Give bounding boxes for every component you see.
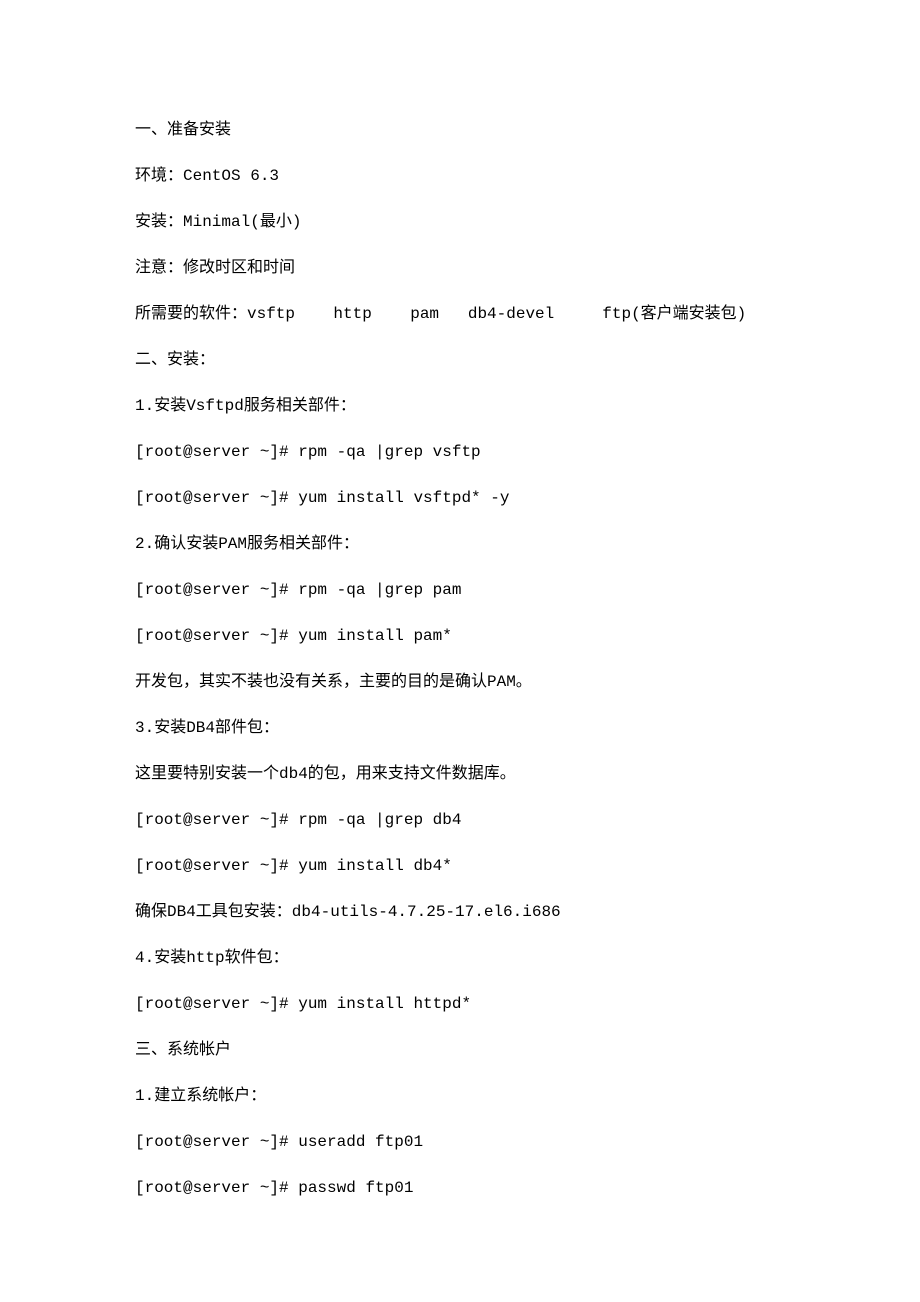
text-db4-note: 这里要特别安装一个db4的包，用来支持文件数据库。: [135, 762, 785, 786]
text-install-vsftpd: 1.安装Vsftpd服务相关部件：: [135, 394, 785, 418]
command-yum-pam: [root@server ~]# yum install pam*: [135, 624, 785, 648]
text-note-timezone: 注意：修改时区和时间: [135, 256, 785, 280]
command-passwd: [root@server ~]# passwd ftp01: [135, 1176, 785, 1200]
text-install-type: 安装：Minimal(最小): [135, 210, 785, 234]
text-db4-utils: 确保DB4工具包安装：db4-utils-4.7.25-17.el6.i686: [135, 900, 785, 924]
command-yum-httpd: [root@server ~]# yum install httpd*: [135, 992, 785, 1016]
text-environment: 环境：CentOS 6.3: [135, 164, 785, 188]
command-useradd: [root@server ~]# useradd ftp01: [135, 1130, 785, 1154]
heading-install: 二、安装：: [135, 348, 785, 372]
text-install-http: 4.安装http软件包：: [135, 946, 785, 970]
text-install-db4: 3.安装DB4部件包：: [135, 716, 785, 740]
document-page: 一、准备安装 环境：CentOS 6.3 安装：Minimal(最小) 注意：修…: [0, 0, 920, 1302]
heading-system-account: 三、系统帐户: [135, 1038, 785, 1062]
text-dev-package-note: 开发包，其实不装也没有关系，主要的目的是确认PAM。: [135, 670, 785, 694]
command-rpm-vsftp: [root@server ~]# rpm -qa |grep vsftp: [135, 440, 785, 464]
heading-prepare-install: 一、准备安装: [135, 118, 785, 142]
text-create-account: 1.建立系统帐户：: [135, 1084, 785, 1108]
command-yum-db4: [root@server ~]# yum install db4*: [135, 854, 785, 878]
command-yum-vsftpd: [root@server ~]# yum install vsftpd* -y: [135, 486, 785, 510]
command-rpm-pam: [root@server ~]# rpm -qa |grep pam: [135, 578, 785, 602]
text-required-software: 所需要的软件：vsftp http pam db4-devel ftp(客户端安…: [135, 302, 785, 326]
text-confirm-pam: 2.确认安装PAM服务相关部件：: [135, 532, 785, 556]
command-rpm-db4: [root@server ~]# rpm -qa |grep db4: [135, 808, 785, 832]
